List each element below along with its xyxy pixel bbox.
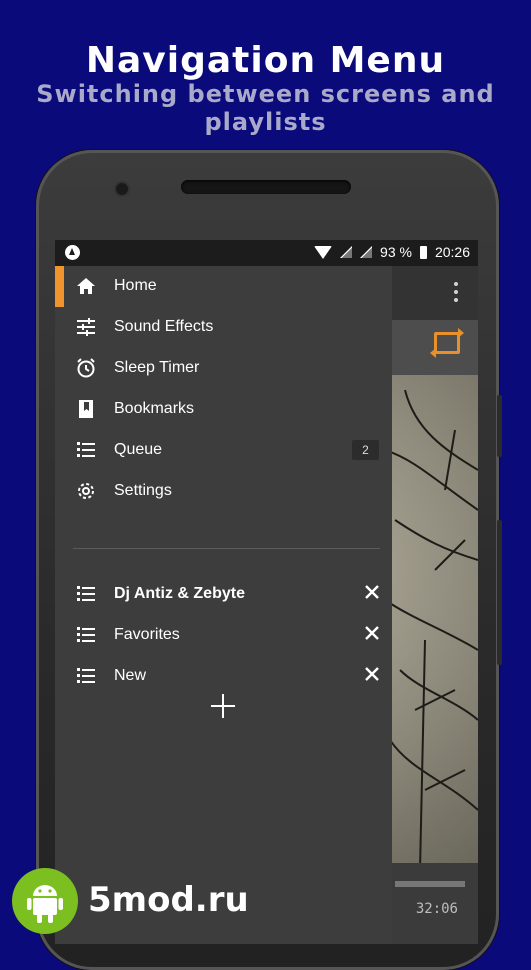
volume-button <box>497 520 502 665</box>
nav-item-home[interactable]: Home <box>55 266 392 307</box>
close-icon[interactable] <box>364 666 380 682</box>
app-notification-icon <box>65 245 80 260</box>
battery-percent: 93 % <box>380 244 412 260</box>
playlist-icon <box>77 586 95 601</box>
nav-label-home: Home <box>114 277 157 294</box>
seek-bar[interactable] <box>395 881 465 887</box>
nav-item-sound-effects[interactable]: Sound Effects <box>55 307 392 348</box>
playlist-icon <box>77 668 95 683</box>
status-indicators: 93 % 20:26 <box>314 244 470 260</box>
nav-item-bookmarks[interactable]: Bookmarks <box>55 389 392 430</box>
watermark-text: 5mod.ru <box>88 880 249 920</box>
phone-screen: 32:06 93 % 20:26 Home Sound Effects Slee… <box>55 240 478 944</box>
playlist-icon <box>77 627 95 642</box>
nav-label-sound-effects: Sound Effects <box>114 318 214 335</box>
nav-label-queue: Queue <box>114 441 163 458</box>
playlist-label-favorites: Favorites <box>114 626 180 643</box>
playlist-label-dj-antiz-zebyte: Dj Antiz & Zebyte <box>114 585 245 602</box>
no-signal-icon-2 <box>360 246 373 258</box>
queue-count-badge: 2 <box>352 440 379 460</box>
nav-label-sleep-timer: Sleep Timer <box>114 359 200 376</box>
drawer-divider <box>73 548 380 549</box>
close-icon[interactable] <box>364 584 380 600</box>
playback-time: 32:06 <box>415 901 458 917</box>
wifi-icon <box>314 245 333 259</box>
plus-icon[interactable] <box>210 693 236 719</box>
no-signal-icon <box>340 246 353 258</box>
queue-list-icon <box>77 442 95 457</box>
front-camera <box>116 183 128 195</box>
nav-label-settings: Settings <box>114 482 172 499</box>
equalizer-icon <box>77 318 95 336</box>
playlist-label-new: New <box>114 667 147 684</box>
status-bar: 93 % 20:26 <box>55 240 478 266</box>
power-button <box>497 395 502 457</box>
repeat-icon[interactable] <box>430 328 464 358</box>
gear-icon <box>78 483 94 499</box>
close-icon[interactable] <box>364 625 380 641</box>
alarm-clock-icon <box>77 358 95 378</box>
playlist-item-new[interactable]: New <box>55 656 392 697</box>
bookmark-icon <box>79 400 93 418</box>
tree-branches-image <box>385 390 478 870</box>
playlist-item-favorites[interactable]: Favorites <box>55 615 392 656</box>
home-icon <box>77 278 95 294</box>
playlist-item-dj-antiz-zebyte[interactable]: Dj Antiz & Zebyte <box>55 574 392 615</box>
overflow-menu-icon[interactable] <box>454 280 458 304</box>
promo-title: Navigation Menu <box>85 40 446 81</box>
earpiece-speaker <box>181 180 351 194</box>
nav-item-sleep-timer[interactable]: Sleep Timer <box>55 348 392 389</box>
nav-item-settings[interactable]: Settings <box>55 471 392 512</box>
battery-icon <box>419 245 427 259</box>
navigation-drawer: Home Sound Effects Sleep Timer Bookmarks <box>55 266 392 944</box>
nav-item-queue[interactable]: Queue 2 <box>55 430 392 471</box>
clock: 20:26 <box>434 244 470 260</box>
promo-subtitle: Switching between screens and playlists <box>36 80 495 136</box>
nav-label-bookmarks: Bookmarks <box>114 400 195 417</box>
android-robot-icon <box>12 868 78 934</box>
